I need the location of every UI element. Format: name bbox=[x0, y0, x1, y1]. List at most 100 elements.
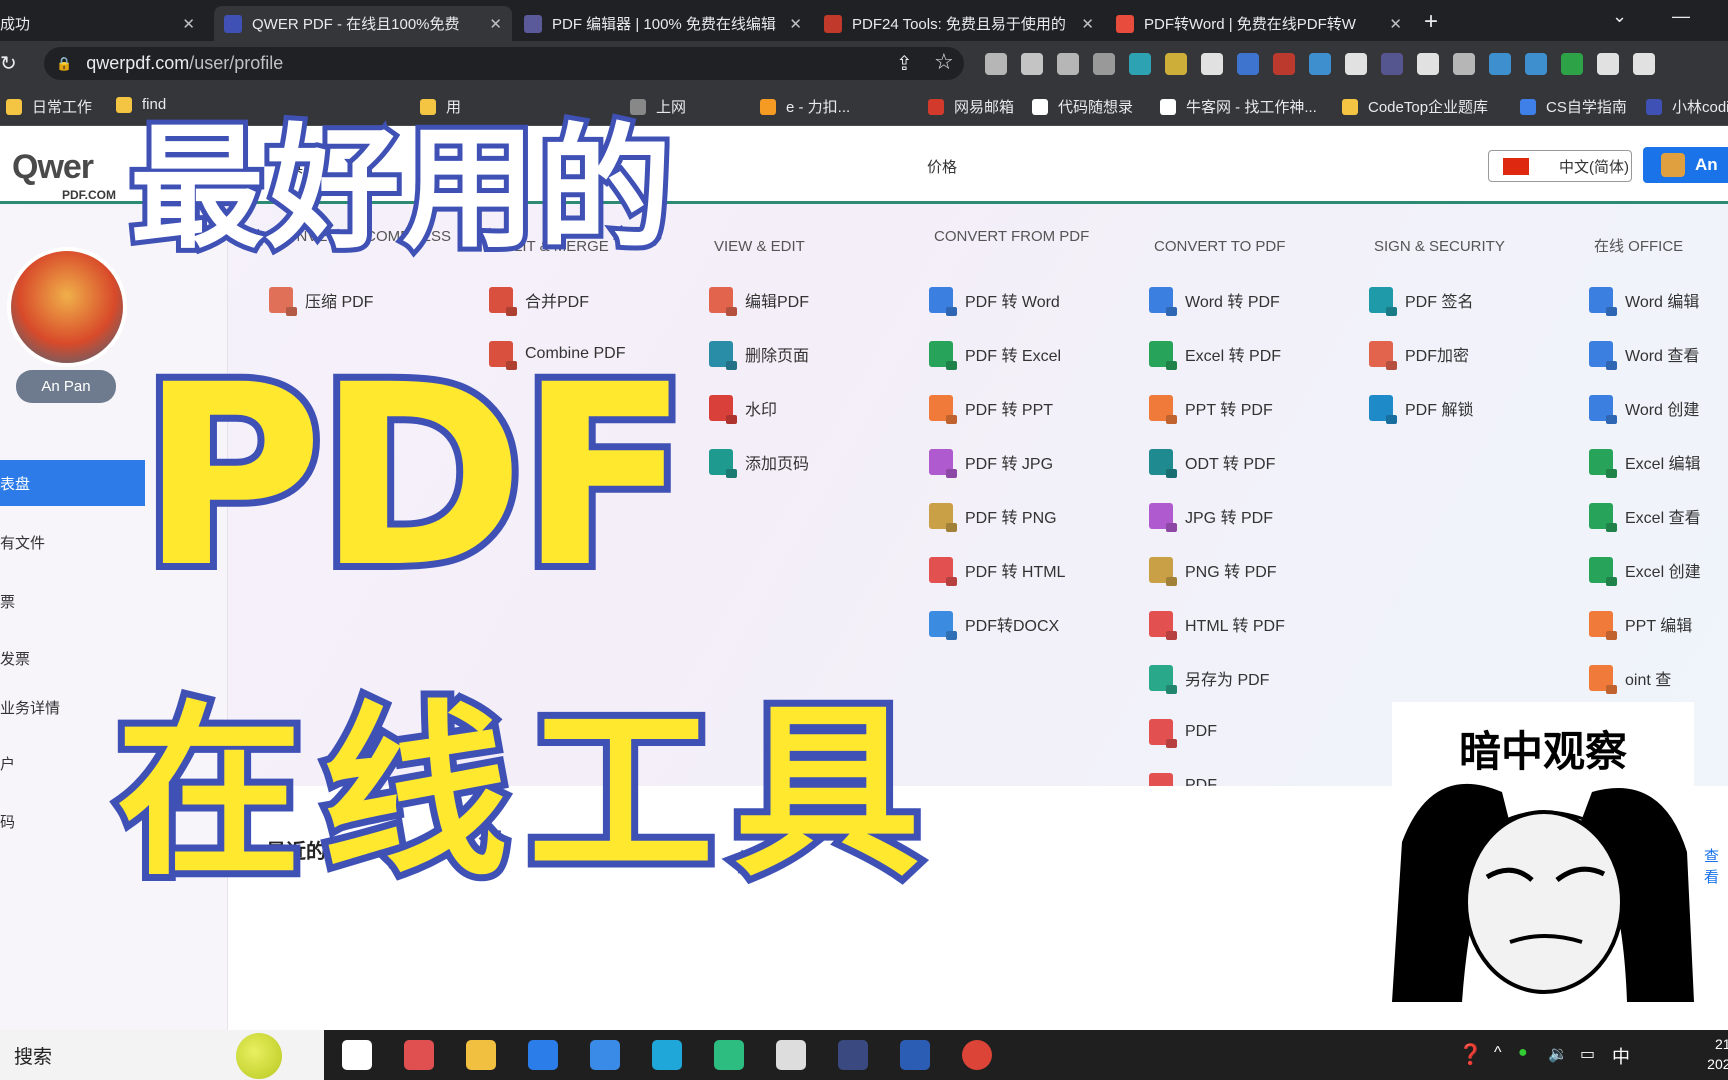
lightning-app-icon[interactable] bbox=[342, 1040, 372, 1070]
tool-link[interactable]: PDF 转 PNG bbox=[929, 503, 1057, 529]
tool-link[interactable]: Excel 创建 bbox=[1589, 557, 1701, 583]
extension-icon[interactable] bbox=[1057, 53, 1079, 75]
extension-icon[interactable] bbox=[1453, 53, 1475, 75]
extension-icon[interactable] bbox=[1165, 53, 1187, 75]
tool-link[interactable]: 另存为 PDF bbox=[1149, 665, 1269, 691]
share-icon[interactable]: ⇪ bbox=[896, 51, 913, 76]
browser-tab[interactable]: QWER PDF - 在线且100%免费 ✕ bbox=[214, 6, 512, 41]
browser-tab[interactable]: PDF 编辑器 | 100% 免费在线编辑 ✕ bbox=[514, 6, 812, 41]
bookmark-item[interactable]: 网易邮箱 bbox=[928, 96, 1014, 117]
user-menu-button[interactable]: An bbox=[1643, 147, 1728, 183]
tool-link[interactable]: Word 创建 bbox=[1589, 395, 1699, 421]
address-bar[interactable]: 🔒 qwerpdf.com /user/profile bbox=[44, 47, 964, 80]
extension-icon[interactable] bbox=[1381, 53, 1403, 75]
extension-icon[interactable] bbox=[1633, 53, 1655, 75]
settings-gear-icon[interactable] bbox=[776, 1040, 806, 1070]
tool-link[interactable]: Excel 编辑 bbox=[1589, 449, 1701, 475]
tool-link[interactable]: Word 查看 bbox=[1589, 341, 1699, 367]
extension-icon[interactable] bbox=[1273, 53, 1295, 75]
tool-link[interactable]: Excel 查看 bbox=[1589, 503, 1701, 529]
tool-link[interactable]: HTML 转 PDF bbox=[1149, 611, 1285, 637]
tool-link[interactable]: PPT 编辑 bbox=[1589, 611, 1692, 637]
tool-link[interactable]: PDF 转 HTML bbox=[929, 557, 1065, 583]
tool-link[interactable]: PPT 转 PDF bbox=[1149, 395, 1273, 421]
extension-icon[interactable] bbox=[1561, 53, 1583, 75]
tool-link[interactable]: PDF 转 Word bbox=[929, 287, 1060, 313]
tool-link[interactable]: PDF bbox=[1149, 719, 1217, 745]
cat-app-icon[interactable] bbox=[838, 1040, 868, 1070]
tab-close-icon[interactable]: ✕ bbox=[789, 15, 802, 33]
extension-icon[interactable] bbox=[985, 53, 1007, 75]
tool-link[interactable]: PDF 转 JPG bbox=[929, 449, 1053, 475]
word-app-icon[interactable] bbox=[900, 1040, 930, 1070]
todo-app-icon[interactable] bbox=[528, 1040, 558, 1070]
language-selector[interactable]: 中文(简体) bbox=[1488, 150, 1632, 182]
tool-link[interactable]: oint 查 bbox=[1589, 665, 1671, 691]
tool-link[interactable]: 编辑PDF bbox=[709, 287, 809, 313]
extension-icon[interactable] bbox=[1093, 53, 1115, 75]
taskbar-clock[interactable]: 21:44 2023/7 bbox=[1690, 1034, 1728, 1074]
edge-dev-icon[interactable] bbox=[714, 1040, 744, 1070]
tool-link[interactable]: PDF 签名 bbox=[1369, 287, 1473, 313]
tool-link[interactable]: 合并PDF bbox=[489, 287, 589, 313]
file-explorer-icon[interactable] bbox=[466, 1040, 496, 1070]
extension-icon[interactable] bbox=[1417, 53, 1439, 75]
bookmark-item[interactable]: CS自学指南 bbox=[1520, 96, 1627, 117]
extension-icon[interactable] bbox=[1237, 53, 1259, 75]
tool-link[interactable]: PDF 转 PPT bbox=[929, 395, 1053, 421]
fan-app-icon[interactable] bbox=[404, 1040, 434, 1070]
battery-icon[interactable]: ▭ bbox=[1580, 1044, 1595, 1064]
volume-icon[interactable]: 🔉 bbox=[1548, 1044, 1568, 1064]
tool-link[interactable]: Word 编辑 bbox=[1589, 287, 1699, 313]
photos-app-icon[interactable] bbox=[590, 1040, 620, 1070]
tool-link[interactable]: PDF转DOCX bbox=[929, 611, 1059, 637]
tool-link[interactable]: PDF加密 bbox=[1369, 341, 1469, 367]
wechat-icon[interactable]: ● bbox=[1518, 1044, 1528, 1062]
bookmark-item[interactable]: e - 力扣... bbox=[760, 96, 850, 117]
sidebar-item[interactable]: 表盘 bbox=[0, 460, 145, 506]
browser-tab[interactable]: PDF24 Tools: 免费且易于使用的 ✕ bbox=[814, 6, 1104, 41]
tab-search-chevron-icon[interactable]: ⌄ bbox=[1612, 6, 1627, 27]
tab-close-icon[interactable]: ✕ bbox=[489, 15, 502, 33]
nav-price[interactable]: 价格 bbox=[927, 156, 957, 177]
extension-icon[interactable] bbox=[1129, 53, 1151, 75]
tool-link[interactable]: ODT 转 PDF bbox=[1149, 449, 1275, 475]
bookmark-item[interactable]: 日常工作 bbox=[6, 96, 92, 117]
minimize-window-icon[interactable]: — bbox=[1672, 6, 1690, 27]
chrome-browser-icon[interactable] bbox=[962, 1040, 992, 1070]
tool-link[interactable]: 水印 bbox=[709, 395, 777, 421]
help-icon[interactable]: ❓ bbox=[1458, 1042, 1483, 1067]
bookmark-item[interactable]: 小林coding bbox=[1646, 96, 1728, 117]
sidebar-item[interactable]: 发票 bbox=[0, 635, 228, 681]
tray-chevron-icon[interactable]: ^ bbox=[1494, 1044, 1502, 1062]
bookmark-item[interactable]: CodeTop企业题库 bbox=[1342, 96, 1488, 117]
extension-icon[interactable] bbox=[1489, 53, 1511, 75]
tool-link[interactable]: JPG 转 PDF bbox=[1149, 503, 1273, 529]
tool-link[interactable]: Word 转 PDF bbox=[1149, 287, 1280, 313]
tool-link[interactable]: PDF 解锁 bbox=[1369, 395, 1473, 421]
extension-icon[interactable] bbox=[1309, 53, 1331, 75]
tool-link[interactable]: Excel 转 PDF bbox=[1149, 341, 1281, 367]
bookmark-item[interactable]: 牛客网 - 找工作神... bbox=[1160, 96, 1317, 117]
bookmark-item[interactable]: 代码随想录 bbox=[1032, 96, 1133, 117]
edge-browser-icon[interactable] bbox=[652, 1040, 682, 1070]
tab-close-icon[interactable]: ✕ bbox=[1389, 15, 1402, 33]
tool-link[interactable]: PNG 转 PDF bbox=[1149, 557, 1277, 583]
extension-icon[interactable] bbox=[1021, 53, 1043, 75]
extension-icon[interactable] bbox=[1201, 53, 1223, 75]
bookmark-star-icon[interactable]: ☆ bbox=[934, 49, 954, 75]
site-logo[interactable]: Qwer bbox=[12, 148, 94, 187]
tool-link[interactable]: PDF 转 Excel bbox=[929, 341, 1061, 367]
tab-close-icon[interactable]: ✕ bbox=[182, 15, 195, 33]
extension-icon[interactable] bbox=[1525, 53, 1547, 75]
tool-link[interactable]: 删除页面 bbox=[709, 341, 809, 367]
browser-tab[interactable]: 成功 ✕ bbox=[0, 6, 205, 41]
browser-tab[interactable]: PDF转Word | 免费在线PDF转W ✕ bbox=[1106, 6, 1412, 41]
reload-icon[interactable]: ↻ bbox=[0, 51, 17, 76]
tab-close-icon[interactable]: ✕ bbox=[1081, 15, 1094, 33]
recent-files-more-link[interactable]: 查看 bbox=[1704, 845, 1728, 887]
extension-icon[interactable] bbox=[1345, 53, 1367, 75]
new-tab-button[interactable]: + bbox=[1424, 8, 1438, 36]
tool-link[interactable]: 压缩 PDF bbox=[269, 287, 373, 313]
ime-indicator[interactable]: 中 bbox=[1612, 1043, 1630, 1069]
